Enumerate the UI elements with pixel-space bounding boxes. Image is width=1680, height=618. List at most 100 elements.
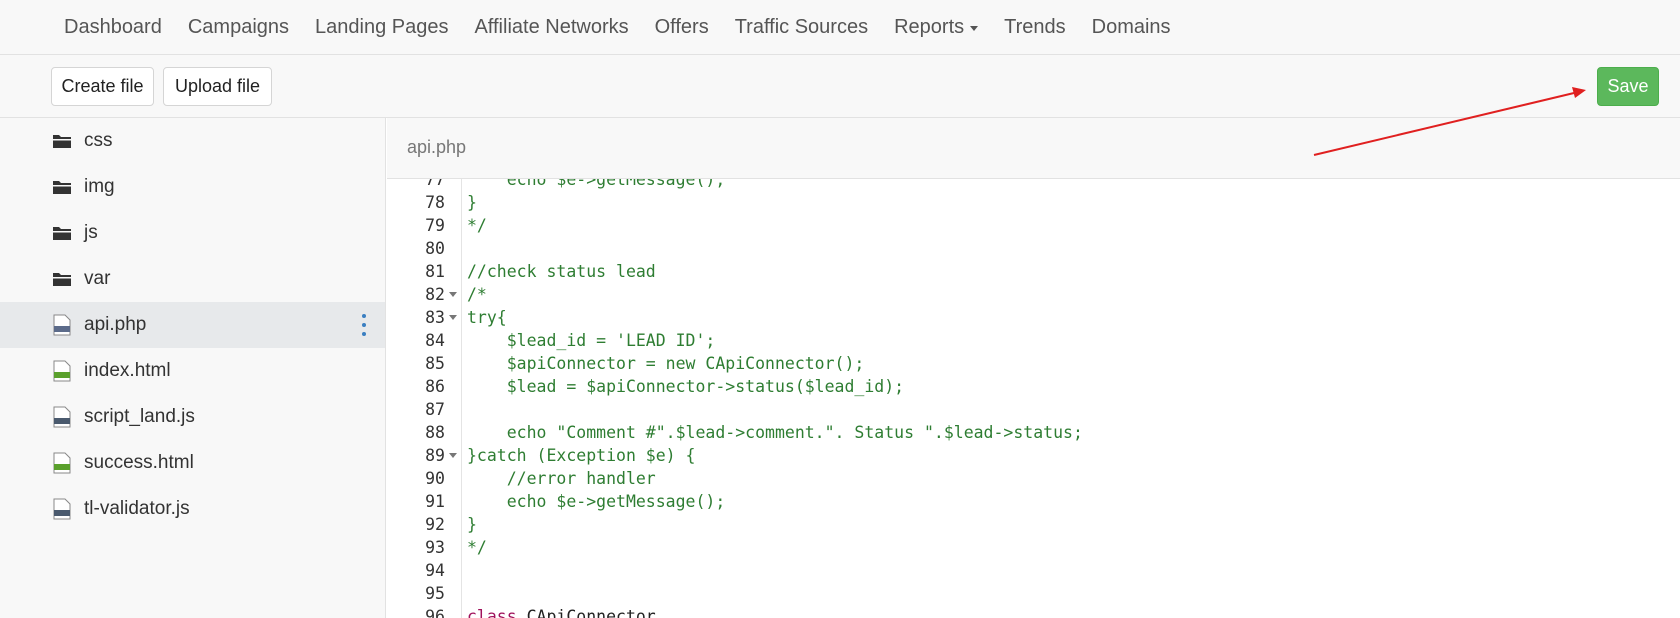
- code-line: 79 */: [387, 214, 1680, 237]
- line-number: 86: [425, 377, 445, 396]
- code-text: */: [467, 216, 487, 235]
- code-editor[interactable]: 77 echo $e->getMessage(); 78 } 79 */ 80 …: [387, 179, 1680, 618]
- code-line: 85 $apiConnector = new CApiConnector();: [387, 352, 1680, 375]
- fold-arrow-icon[interactable]: [449, 292, 457, 297]
- code-keyword: class: [467, 607, 517, 618]
- file-script-land-js[interactable]: script_land.js: [0, 394, 385, 440]
- file-name: tl-validator.js: [84, 498, 190, 519]
- file-api-php[interactable]: api.php: [0, 302, 385, 348]
- line-number: 83: [425, 308, 445, 327]
- nav-campaigns[interactable]: Campaigns: [188, 16, 289, 39]
- line-number: 85: [425, 354, 445, 373]
- folder-icon: [53, 273, 71, 286]
- html-file-icon: [53, 360, 71, 382]
- file-name: css: [84, 130, 113, 151]
- line-number: 84: [425, 331, 445, 350]
- file-name: js: [84, 222, 98, 243]
- folder-var[interactable]: var: [0, 256, 385, 302]
- nav-traffic-sources[interactable]: Traffic Sources: [735, 16, 868, 39]
- line-number: 81: [425, 262, 445, 281]
- nav-affiliate-networks[interactable]: Affiliate Networks: [474, 16, 628, 39]
- file-name: img: [84, 176, 115, 197]
- line-number: 90: [425, 469, 445, 488]
- file-success-html[interactable]: success.html: [0, 440, 385, 486]
- top-navbar: Dashboard Campaigns Landing Pages Affili…: [0, 0, 1680, 55]
- code-line: 89 }catch (Exception $e) {: [387, 444, 1680, 467]
- code-text: */: [467, 538, 487, 557]
- code-line: 91 echo $e->getMessage();: [387, 490, 1680, 513]
- folder-icon: [53, 135, 71, 148]
- line-number: 93: [425, 538, 445, 557]
- caret-down-icon: [970, 26, 979, 31]
- code-line: 90 //error handler: [387, 467, 1680, 490]
- code-text: echo $e->getMessage();: [467, 179, 726, 189]
- file-name: var: [84, 268, 111, 289]
- code-line: 86 $lead = $apiConnector->status($lead_i…: [387, 375, 1680, 398]
- line-number: 82: [425, 285, 445, 304]
- code-line: 93 */: [387, 536, 1680, 559]
- code-text: try{: [467, 308, 507, 327]
- nav-domains[interactable]: Domains: [1092, 16, 1171, 39]
- folder-js[interactable]: js: [0, 210, 385, 256]
- open-file-name: api.php: [407, 137, 467, 157]
- file-name: index.html: [84, 360, 171, 381]
- code-identifier: CApiConnector: [516, 607, 656, 618]
- folder-icon: [53, 181, 71, 194]
- line-number: 77: [425, 179, 445, 189]
- file-toolbar: Create file Upload file Save: [0, 55, 1680, 118]
- create-file-button[interactable]: Create file: [51, 67, 154, 106]
- code-line: 77 echo $e->getMessage();: [387, 179, 1680, 191]
- code-text: /*: [467, 285, 487, 304]
- line-number: 87: [425, 400, 445, 419]
- code-line: 83 try{: [387, 306, 1680, 329]
- code-text: $lead_id = 'LEAD ID';: [467, 331, 716, 350]
- code-text: }: [467, 193, 477, 212]
- more-options-icon[interactable]: [360, 314, 368, 336]
- line-number: 95: [425, 584, 445, 603]
- file-index-html[interactable]: index.html: [0, 348, 385, 394]
- nav-dashboard[interactable]: Dashboard: [64, 16, 162, 39]
- code-text: //error handler: [467, 469, 656, 488]
- code-line: 84 $lead_id = 'LEAD ID';: [387, 329, 1680, 352]
- folder-icon: [53, 227, 71, 240]
- upload-file-button[interactable]: Upload file: [163, 67, 272, 106]
- line-number: 92: [425, 515, 445, 534]
- nav-trends[interactable]: Trends: [1004, 16, 1066, 39]
- line-number: 94: [425, 561, 445, 580]
- code-line: 81 //check status lead: [387, 260, 1680, 283]
- nav-offers[interactable]: Offers: [655, 16, 709, 39]
- save-button[interactable]: Save: [1597, 67, 1659, 106]
- js-file-icon: [53, 498, 71, 520]
- line-number: 79: [425, 216, 445, 235]
- nav-menu: Dashboard Campaigns Landing Pages Affili…: [64, 0, 1197, 55]
- code-text: echo "Comment #".$lead->comment.". Statu…: [467, 423, 1083, 442]
- file-name: api.php: [84, 314, 147, 335]
- file-tl-validator-js[interactable]: tl-validator.js: [0, 486, 385, 532]
- code-line: 94: [387, 559, 1680, 582]
- code-text: $lead = $apiConnector->status($lead_id);: [467, 377, 905, 396]
- line-number: 91: [425, 492, 445, 511]
- code-line: 78 }: [387, 191, 1680, 214]
- line-number: 88: [425, 423, 445, 442]
- line-number: 80: [425, 239, 445, 258]
- code-line: 95: [387, 582, 1680, 605]
- code-line: 92 }: [387, 513, 1680, 536]
- code-line: 87: [387, 398, 1680, 421]
- fold-arrow-icon[interactable]: [449, 453, 457, 458]
- editor-header: api.php: [387, 118, 1680, 179]
- code-line: 96 class CApiConnector: [387, 605, 1680, 618]
- file-tree-sidebar: css img js var api.php index.html script…: [0, 118, 386, 618]
- nav-reports-label: Reports: [894, 16, 965, 38]
- code-text: }catch (Exception $e) {: [467, 446, 696, 465]
- nav-landing-pages[interactable]: Landing Pages: [315, 16, 448, 39]
- line-number: 96: [425, 607, 445, 618]
- line-number: 89: [425, 446, 445, 465]
- file-name: script_land.js: [84, 406, 195, 427]
- folder-css[interactable]: css: [0, 118, 385, 164]
- code-text: //check status lead: [467, 262, 656, 281]
- file-name: success.html: [84, 452, 194, 473]
- nav-reports[interactable]: Reports: [894, 16, 979, 39]
- fold-arrow-icon[interactable]: [449, 315, 457, 320]
- html-file-icon: [53, 452, 71, 474]
- folder-img[interactable]: img: [0, 164, 385, 210]
